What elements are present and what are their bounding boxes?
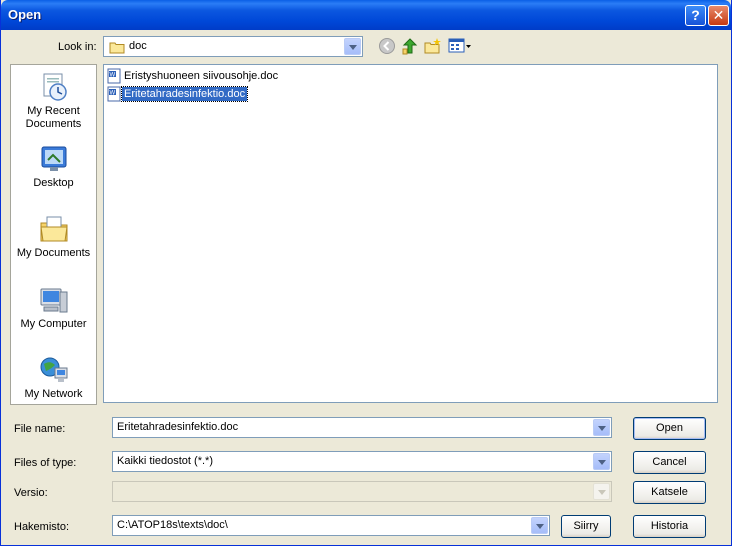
file-name: Eritetahradesinfektio.doc	[120, 86, 249, 102]
recent-documents-icon	[43, 73, 67, 101]
my-network-icon	[40, 357, 67, 382]
file-name: Eristyshuoneen siivousohje.doc	[124, 70, 279, 82]
folder-icon	[109, 42, 125, 54]
siirry-button-label: Siirry	[573, 520, 599, 532]
word-document-icon: W	[107, 86, 121, 102]
place-label: My Network	[24, 388, 83, 400]
back-icon[interactable]	[378, 37, 396, 55]
places-bar: My Recent Documents Desktop My Documents	[10, 64, 97, 405]
place-label: My Recent Documents	[25, 105, 82, 130]
historia-button[interactable]: Historia	[633, 515, 706, 538]
place-my-documents[interactable]: My Documents	[11, 213, 96, 260]
help-button[interactable]: ?	[685, 5, 706, 26]
svg-text:W: W	[110, 91, 116, 97]
versio-label: Versio:	[14, 487, 48, 499]
hakemisto-value[interactable]: C:\ATOP18s\texts\doc\	[117, 519, 228, 531]
chevron-down-icon	[593, 483, 610, 500]
lookin-combo[interactable]: doc	[103, 36, 363, 57]
desktop-icon	[41, 146, 66, 171]
word-document-icon: W	[107, 68, 121, 84]
title-bar[interactable]: Open ? ✕	[1, 0, 731, 30]
katsele-button-label: Katsele	[651, 486, 688, 498]
lookin-value: doc	[129, 40, 147, 52]
place-recent-documents[interactable]: My Recent Documents	[11, 71, 96, 131]
filetype-value: Kaikki tiedostot (*.*)	[117, 455, 213, 467]
open-button[interactable]: Open	[633, 417, 706, 440]
versio-combo	[112, 481, 612, 502]
new-folder-icon[interactable]	[424, 37, 442, 55]
filename-combo[interactable]: Eritetahradesinfektio.doc	[112, 417, 612, 438]
place-label: My Documents	[16, 247, 91, 259]
filetype-label: Files of type:	[14, 457, 77, 469]
place-desktop[interactable]: Desktop	[11, 143, 96, 190]
place-label: My Computer	[20, 318, 87, 330]
place-label: Desktop	[33, 177, 74, 189]
hakemisto-label: Hakemisto:	[14, 521, 70, 533]
filename-value[interactable]: Eritetahradesinfektio.doc	[117, 421, 238, 433]
katsele-button[interactable]: Katsele	[633, 481, 706, 504]
filename-label: File name:	[14, 423, 66, 435]
place-my-network[interactable]: My Network	[11, 354, 96, 401]
my-computer-icon	[40, 288, 67, 313]
file-list[interactable]: W Eristyshuoneen siivousohje.doc W Erite…	[103, 64, 718, 403]
cancel-button[interactable]: Cancel	[633, 451, 706, 474]
chevron-down-icon[interactable]	[344, 38, 361, 55]
place-my-computer[interactable]: My Computer	[11, 284, 96, 331]
close-button[interactable]: ✕	[708, 5, 729, 26]
chevron-down-icon[interactable]	[593, 419, 610, 436]
historia-button-label: Historia	[650, 520, 689, 532]
cancel-button-label: Cancel	[652, 456, 687, 468]
open-button-label: Open	[656, 422, 683, 434]
chevron-down-icon[interactable]	[593, 453, 610, 470]
chevron-down-icon[interactable]	[531, 517, 548, 534]
view-menu-icon[interactable]	[448, 37, 472, 55]
window-title: Open	[8, 7, 42, 22]
open-dialog: Open ? ✕ Look in: doc My Recent Document…	[0, 0, 732, 546]
hakemisto-combo[interactable]: C:\ATOP18s\texts\doc\	[112, 515, 550, 536]
filetype-combo[interactable]: Kaikki tiedostot (*.*)	[112, 451, 612, 472]
up-folder-icon[interactable]	[401, 37, 419, 55]
my-documents-icon	[39, 216, 68, 242]
lookin-label: Look in:	[58, 41, 97, 53]
svg-text:W: W	[110, 73, 116, 79]
siirry-button[interactable]: Siirry	[561, 515, 611, 538]
